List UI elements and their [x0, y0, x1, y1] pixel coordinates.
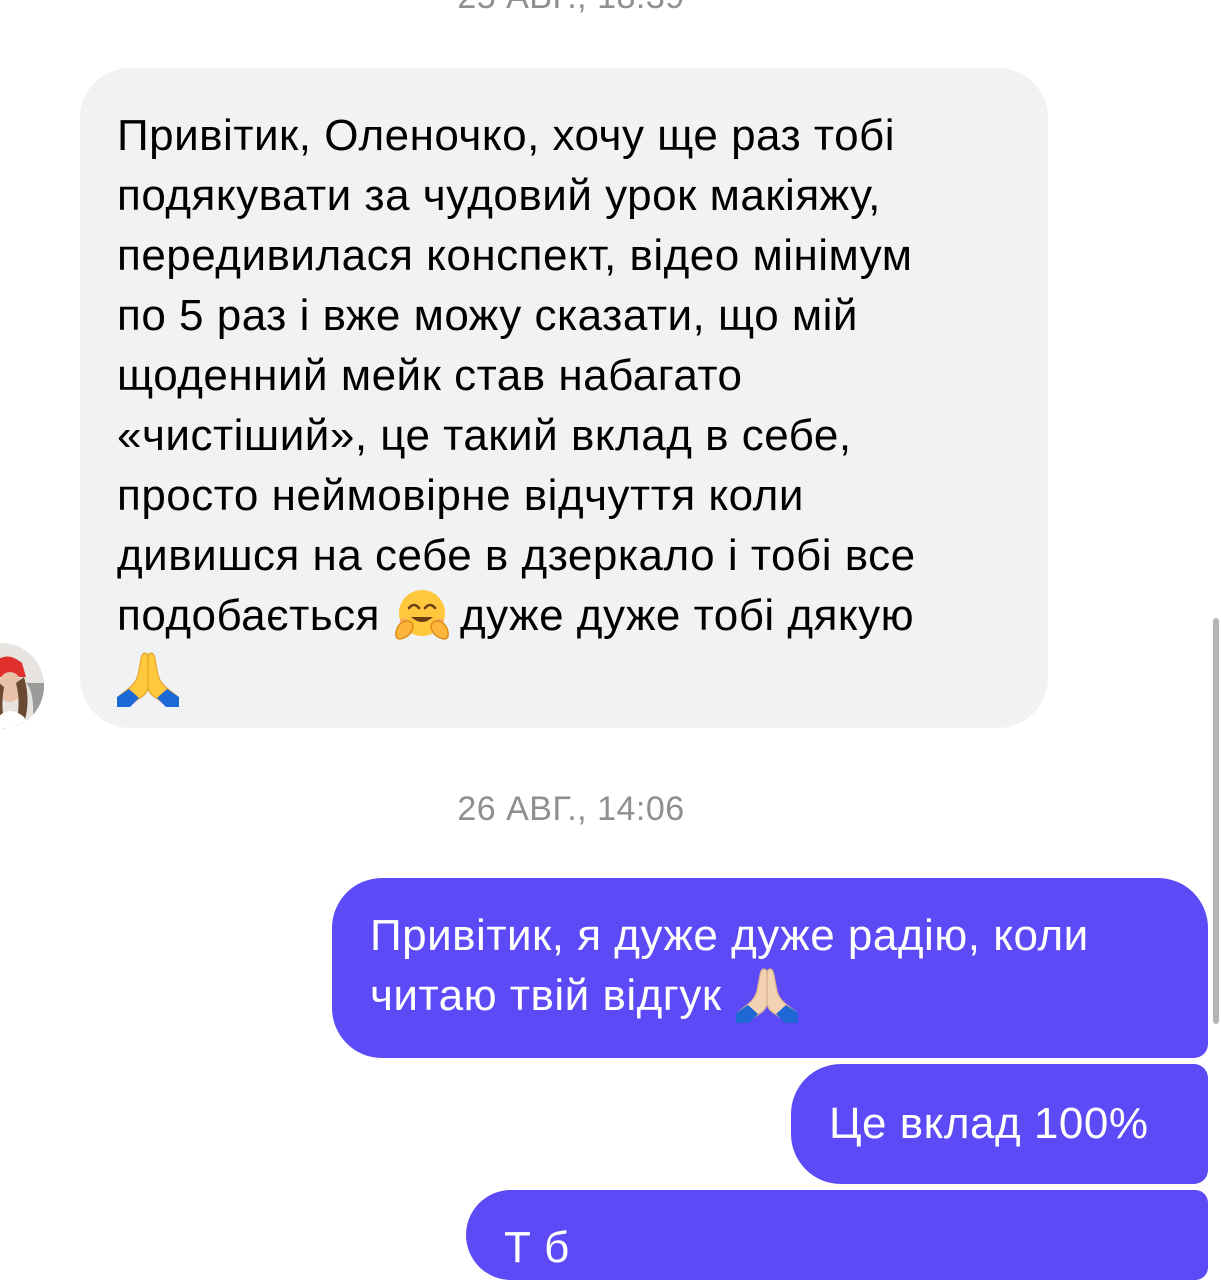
- timestamp-top: 25 АВГ., 18:39: [0, 0, 1142, 17]
- outgoing-message-bubble[interactable]: Це вклад 100%: [791, 1064, 1208, 1184]
- message-line: Привітик, я дуже дуже радію, коли: [370, 911, 1089, 960]
- avatar[interactable]: [0, 643, 44, 729]
- message-line-emoji-only: [117, 646, 1008, 708]
- timestamp-mid: 26 АВГ., 14:06: [457, 790, 685, 828]
- message-text: подобається: [117, 591, 380, 640]
- message-text: читаю твій відгук: [370, 971, 722, 1020]
- message-line: передивилася конспект, відео мінімум: [117, 231, 913, 280]
- message-line: дивишся на себе в дзеркало і тобі все: [117, 531, 916, 580]
- message-line-with-emoji: читаю твій відгук: [370, 966, 1178, 1026]
- message-line: щоденний мейк став набагато: [117, 351, 743, 400]
- message-line: Це вклад 100%: [829, 1099, 1149, 1148]
- outgoing-message-bubble[interactable]: Привітик, я дуже дуже радію, коли читаю …: [332, 878, 1208, 1058]
- message-line-with-emoji: подобається дуже дуже тобі дякую: [117, 586, 1008, 646]
- folded-hands-light-skin-icon: [735, 965, 798, 1024]
- smiling-face-with-open-hands-icon: [392, 588, 452, 642]
- message-line: Т б: [504, 1223, 570, 1272]
- outgoing-message-bubble[interactable]: Т б: [466, 1190, 1208, 1280]
- message-line: Привітик, Оленочко, хочу ще раз тобі: [117, 111, 896, 160]
- message-line: «чистіший», це такий вклад в себе,: [117, 411, 852, 460]
- folded-hands-icon: [117, 649, 179, 708]
- message-line: подякувати за чудовий урок макіяжу,: [117, 171, 881, 220]
- message-line: просто неймовірне відчуття коли: [117, 471, 804, 520]
- message-line: по 5 раз і вже можу сказати, що мій: [117, 291, 859, 340]
- incoming-message-bubble[interactable]: Привітик, Оленочко, хочу ще раз тобі под…: [80, 68, 1048, 728]
- message-text: дуже дуже тобі дякую: [460, 591, 915, 640]
- scrollbar[interactable]: [1213, 618, 1219, 1024]
